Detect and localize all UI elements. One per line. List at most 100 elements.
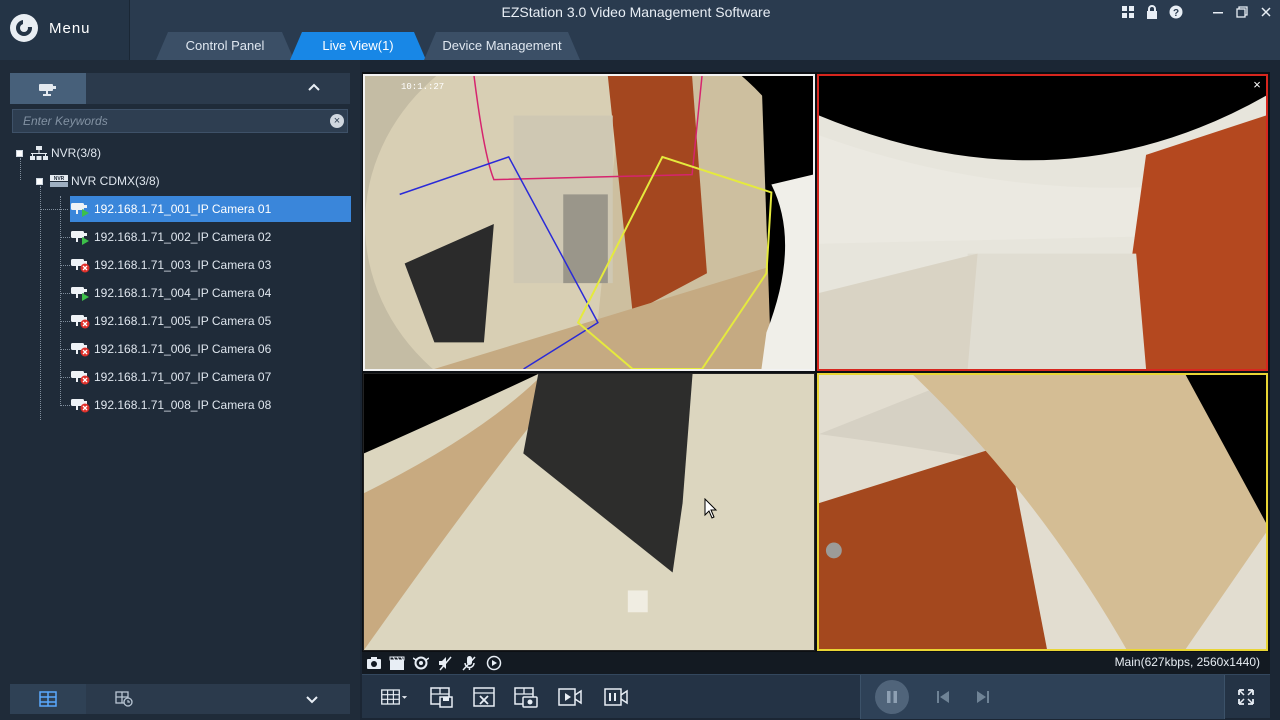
camera-online-icon xyxy=(70,229,90,245)
tree-device-nvr-cdmx[interactable]: NVR NVR CDMX(3/8) xyxy=(36,168,160,194)
tree-root-nvr[interactable]: NVR(3/8) xyxy=(16,140,101,166)
video-pane-1[interactable]: 10:1.:27 xyxy=(363,74,815,371)
pause-button[interactable] xyxy=(875,680,909,714)
stop-record-icon xyxy=(604,688,628,706)
camera-row[interactable]: 192.168.1.71_006_IP Camera 06 xyxy=(70,336,351,362)
sidebar-header xyxy=(10,73,350,104)
next-button[interactable] xyxy=(967,683,999,711)
prev-icon xyxy=(937,691,949,703)
help-icon[interactable]: ? xyxy=(1168,4,1184,20)
svg-text:?: ? xyxy=(1173,8,1179,19)
camera-row[interactable]: 192.168.1.71_002_IP Camera 02 xyxy=(70,224,351,250)
grid-view-icon xyxy=(39,691,57,707)
close-all-button[interactable] xyxy=(468,683,500,711)
camera-offline-icon xyxy=(70,313,90,329)
camera-label: 192.168.1.71_007_IP Camera 07 xyxy=(94,370,272,384)
window-controls: ? xyxy=(1120,4,1274,20)
live-view-grid: 10:1.:27 × xyxy=(362,72,1270,674)
next-icon xyxy=(977,691,989,703)
view-list-button[interactable] xyxy=(10,684,86,714)
camera-offline-icon xyxy=(70,397,90,413)
close-all-icon xyxy=(473,687,495,707)
camera-label: 192.168.1.71_001_IP Camera 01 xyxy=(94,202,272,216)
device-sidebar: × NVR(3/8) NVR NVR CDMX(3/8) 192.168.1.7… xyxy=(0,60,360,720)
camera-icon xyxy=(39,83,56,96)
fullscreen-button[interactable] xyxy=(1230,683,1262,711)
camera-label: 192.168.1.71_003_IP Camera 03 xyxy=(94,258,272,272)
video-pane-4[interactable] xyxy=(817,373,1268,651)
camera-row[interactable]: 192.168.1.71_008_IP Camera 08 xyxy=(70,392,351,418)
camera-label: 192.168.1.71_004_IP Camera 04 xyxy=(94,286,272,300)
snapshot-icon[interactable] xyxy=(366,655,382,671)
menu-label: Menu xyxy=(49,20,91,37)
camera-label: 192.168.1.71_002_IP Camera 02 xyxy=(94,230,272,244)
playback-controls xyxy=(860,675,1225,719)
camera-row[interactable]: 192.168.1.71_005_IP Camera 05 xyxy=(70,308,351,334)
mouse-cursor-icon xyxy=(704,498,718,519)
collapse-toggle[interactable] xyxy=(16,149,23,157)
record-all-icon xyxy=(558,688,582,706)
tab-live-view[interactable]: Live View(1) xyxy=(290,32,426,60)
tour-icon xyxy=(115,691,133,707)
restore-icon[interactable] xyxy=(1234,4,1250,20)
camera-row[interactable]: 192.168.1.71_004_IP Camera 04 xyxy=(70,280,351,306)
chevron-down-icon[interactable] xyxy=(304,692,320,708)
digital-zoom-icon[interactable] xyxy=(412,655,430,671)
nvr-device-icon: NVR xyxy=(49,173,69,189)
collapse-toggle[interactable] xyxy=(36,177,43,185)
talk-off-icon[interactable] xyxy=(461,655,477,671)
stream-info: Main(627kbps, 2560x1440) xyxy=(1114,655,1260,669)
save-view-button[interactable] xyxy=(426,683,458,711)
close-icon[interactable] xyxy=(1258,4,1274,20)
playback-icon[interactable] xyxy=(486,655,502,671)
audio-off-icon[interactable] xyxy=(437,655,453,671)
tour-button[interactable] xyxy=(86,684,162,714)
camera-label: 192.168.1.71_008_IP Camera 08 xyxy=(94,398,272,412)
camera-online-icon xyxy=(70,285,90,301)
pane-toolbar: Main(627kbps, 2560x1440) xyxy=(362,652,1270,674)
camera-row[interactable]: 192.168.1.71_007_IP Camera 07 xyxy=(70,364,351,390)
camera-offline-icon xyxy=(70,369,90,385)
window-split-icon xyxy=(381,689,408,705)
video-pane-2[interactable]: × xyxy=(817,74,1268,371)
app-title: EZStation 3.0 Video Management Software xyxy=(501,4,771,20)
dewarped-video-frame xyxy=(364,374,814,650)
video-pane-3[interactable] xyxy=(363,373,815,651)
close-pane-icon[interactable]: × xyxy=(1250,78,1264,92)
chevron-up-icon[interactable] xyxy=(306,79,322,95)
camera-row[interactable]: 192.168.1.71_001_IP Camera 01 xyxy=(70,196,351,222)
lock-icon[interactable] xyxy=(1144,4,1160,20)
save-view-icon xyxy=(430,687,453,708)
title-bar: Menu EZStation 3.0 Video Management Soft… xyxy=(0,0,1280,60)
record-all-button[interactable] xyxy=(554,683,586,711)
search-input[interactable] xyxy=(13,110,347,132)
tab-device-management[interactable]: Device Management xyxy=(424,32,580,60)
camera-row[interactable]: 192.168.1.71_003_IP Camera 03 xyxy=(70,252,351,278)
stop-record-button[interactable] xyxy=(600,683,632,711)
record-icon[interactable] xyxy=(389,655,405,671)
camera-list-tab[interactable] xyxy=(10,73,86,104)
camera-label: 192.168.1.71_005_IP Camera 05 xyxy=(94,314,272,328)
snapshot-all-icon xyxy=(514,687,538,708)
camera-online-icon xyxy=(70,201,90,217)
pause-icon xyxy=(887,691,897,703)
camera-offline-icon xyxy=(70,341,90,357)
window-split-button[interactable] xyxy=(376,683,412,711)
search-field[interactable]: × xyxy=(12,109,348,133)
dewarped-video-frame xyxy=(819,375,1266,649)
svg-text:NVR: NVR xyxy=(54,176,65,182)
camera-label: 192.168.1.71_006_IP Camera 06 xyxy=(94,342,272,356)
camera-offline-icon xyxy=(70,257,90,273)
snapshot-all-button[interactable] xyxy=(510,683,542,711)
tab-control-panel[interactable]: Control Panel xyxy=(156,32,294,60)
fisheye-video-frame xyxy=(365,76,813,369)
minimize-icon[interactable] xyxy=(1210,4,1226,20)
previous-button[interactable] xyxy=(927,683,959,711)
osd-timestamp: 10:1.:27 xyxy=(401,82,445,92)
clear-search-icon[interactable]: × xyxy=(330,114,344,128)
sidebar-footer xyxy=(10,684,350,714)
fullscreen-icon xyxy=(1238,689,1254,705)
network-icon xyxy=(29,145,49,161)
tree-device-label: NVR CDMX(3/8) xyxy=(71,174,160,188)
layout-icon[interactable] xyxy=(1120,4,1136,20)
